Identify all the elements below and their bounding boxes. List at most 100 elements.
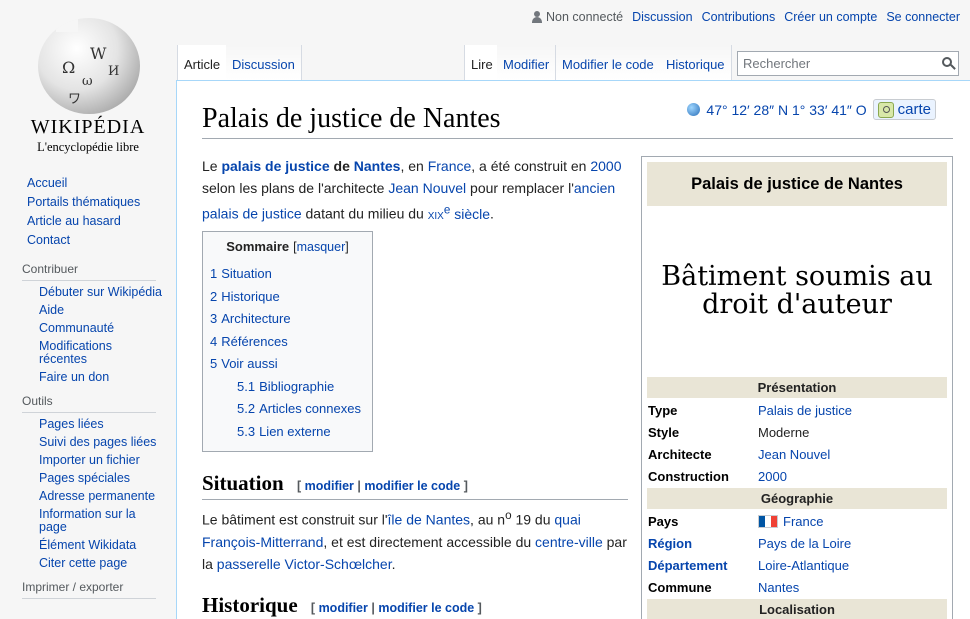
sidebar-item-debuter[interactable]: Débuter sur Wikipédia [39, 285, 162, 299]
toc-link-historique[interactable]: Historique [221, 289, 280, 304]
section-heading-situation: Situation [ modifier | modifier le code … [202, 471, 628, 500]
link-2000[interactable]: 2000 [590, 158, 621, 174]
sidebar-item-pages-liees[interactable]: Pages liées [39, 417, 104, 431]
personal-discussion-link[interactable]: Discussion [632, 10, 692, 24]
sidebar-item-faire-un-don[interactable]: Faire un don [39, 370, 109, 384]
toc-link-architecture[interactable]: Architecture [221, 311, 290, 326]
tab-article[interactable]: Article [177, 45, 228, 80]
toc-item[interactable]: 5.2 Articles connexes [210, 398, 365, 421]
edit-source-link[interactable]: modifier le code [364, 479, 460, 493]
infobox-value: Moderne [758, 424, 810, 440]
toc-link-bibliographie[interactable]: Bibliographie [259, 379, 334, 394]
toc-item[interactable]: 2 Historique [210, 286, 365, 309]
infobox-row: Pays France [647, 510, 947, 532]
infobox-value-link[interactable]: 2000 [758, 469, 787, 484]
tab-lire[interactable]: Lire [464, 45, 500, 80]
toc-item[interactable]: 5 Voir aussi [210, 353, 365, 376]
sidebar-item-suivi[interactable]: Suivi des pages liées [39, 435, 156, 449]
sidebar-item-wikidata[interactable]: Élément Wikidata [39, 538, 136, 552]
infobox-row: Type Palais de justice [647, 399, 947, 421]
section-edit-links: [ modifier | modifier le code ] [311, 601, 482, 615]
search-box [737, 51, 959, 76]
toc-item[interactable]: 1 Situation [210, 263, 365, 286]
link-france[interactable]: France [428, 158, 472, 174]
sidebar-item-modifications-recentes[interactable]: Modifications récentes [39, 339, 112, 366]
contributions-link[interactable]: Contributions [702, 10, 776, 24]
infobox-value-link[interactable]: Nantes [758, 580, 799, 595]
link-ile-de-nantes[interactable]: île de Nantes [388, 512, 471, 528]
tab-modifier-code[interactable]: Modifier le code [556, 45, 661, 80]
link-passerelle[interactable]: passerelle Victor-Schœlcher [217, 556, 392, 572]
sidebar-item-adresse-permanente[interactable]: Adresse permanente [39, 489, 155, 503]
wikipedia-logo[interactable]: Ω W И ω ワ WIKIPÉDIA L'encyclopédie libre [0, 0, 176, 160]
section-title: Historique [202, 593, 298, 617]
sidebar-portal-imprimer: Imprimer / exporter [0, 580, 176, 599]
toc-hide-link[interactable]: masquer [297, 240, 346, 254]
infobox-value-link[interactable]: Jean Nouvel [758, 447, 830, 462]
century-label: siècle [450, 205, 491, 222]
search-icon[interactable] [942, 57, 952, 67]
toc-link-situation[interactable]: Situation [221, 266, 272, 281]
infobox-row: Commune Nantes [647, 576, 947, 598]
link-nantes[interactable]: Nantes [354, 158, 401, 174]
edit-section-link[interactable]: modifier [319, 601, 368, 615]
infobox-label: Pays [648, 513, 679, 529]
infobox-row: Région Pays de la Loire [647, 532, 947, 554]
infobox-label: Département [648, 557, 728, 573]
edit-source-link[interactable]: modifier le code [378, 601, 474, 615]
toc-item[interactable]: 3 Architecture [210, 308, 365, 331]
infobox-value-link[interactable]: Pays de la Loire [758, 536, 851, 551]
article-content: Palais de justice de Nantes 47° 12′ 28″ … [176, 80, 970, 619]
map-label[interactable]: carte [898, 101, 931, 118]
section-heading-historique: Historique [ modifier | modifier le code… [202, 593, 628, 619]
text: , au n [470, 511, 506, 528]
toc-item[interactable]: 4 Références [210, 331, 365, 354]
section-edit-links: [ modifier | modifier le code ] [297, 479, 468, 493]
puzzle-globe-icon: Ω W И ω ワ [38, 18, 140, 114]
toc-link-lien-externe[interactable]: Lien externe [259, 424, 331, 439]
sidebar-item-information-page[interactable]: Information sur la page [39, 507, 136, 534]
sidebar-portal-contribuer: Contribuer Débuter sur Wikipédia Aide Co… [0, 262, 176, 384]
tab-discussion[interactable]: Discussion [226, 45, 302, 80]
tab-modifier[interactable]: Modifier [497, 45, 557, 80]
toc-number: 5 [210, 356, 218, 371]
link-centre-ville[interactable]: centre-ville [535, 534, 603, 550]
tab-historique[interactable]: Historique [660, 45, 732, 80]
infobox-label-link[interactable]: Région [647, 532, 757, 554]
infobox-value-link[interactable]: Loire-Atlantique [758, 558, 849, 573]
toc-number: 5.3 [237, 423, 256, 439]
sidebar-item-pages-speciales[interactable]: Pages spéciales [39, 471, 130, 485]
coordinates-link[interactable]: 47° 12′ 28″ N 1° 33′ 41″ O [706, 102, 866, 118]
infobox-label-link[interactable]: Département [647, 554, 757, 576]
not-logged-label: Non connecté [545, 10, 624, 24]
toc-item[interactable]: 5.3 Lien externe [210, 421, 365, 444]
link-palais-de-justice[interactable]: palais de justice [221, 158, 329, 174]
toc-link-references[interactable]: Références [221, 334, 287, 349]
sidebar-item-hasard[interactable]: Article au hasard [27, 214, 121, 228]
create-account-link[interactable]: Créer un compte [784, 10, 877, 24]
toc-item[interactable]: 5.1 Bibliographie [210, 376, 365, 399]
text: selon les plans de l'architecte [202, 180, 389, 196]
edit-section-link[interactable]: modifier [305, 479, 354, 493]
link-jean-nouvel[interactable]: Jean Nouvel [388, 180, 466, 196]
sidebar-item-citer[interactable]: Citer cette page [39, 556, 127, 570]
sidebar-item-contact[interactable]: Contact [27, 233, 70, 247]
toc-link-voir-aussi[interactable]: Voir aussi [221, 356, 277, 371]
login-link[interactable]: Se connecter [886, 10, 960, 24]
sidebar-item-aide[interactable]: Aide [39, 303, 64, 317]
sidebar-item-communaute[interactable]: Communauté [39, 321, 114, 335]
infobox-value-link[interactable]: France [783, 514, 823, 529]
text: de [329, 158, 354, 174]
sidebar-item-accueil[interactable]: Accueil [27, 176, 67, 190]
portal-heading: Outils [22, 394, 156, 413]
sidebar-item-importer[interactable]: Importer un fichier [39, 453, 140, 467]
infobox-value-link[interactable]: Palais de justice [758, 403, 852, 418]
search-input[interactable] [738, 52, 928, 74]
not-logged-in-status: Non connecté [531, 10, 624, 24]
sidebar-item-portails[interactable]: Portails thématiques [27, 195, 140, 209]
toc-link-articles-connexes[interactable]: Articles connexes [259, 401, 361, 416]
map-button[interactable]: carte [872, 99, 936, 120]
infobox-label: Région [648, 535, 693, 551]
link-xixe-siecle[interactable]: xixe siècle [428, 203, 491, 222]
globe-missing-piece [56, 18, 78, 32]
